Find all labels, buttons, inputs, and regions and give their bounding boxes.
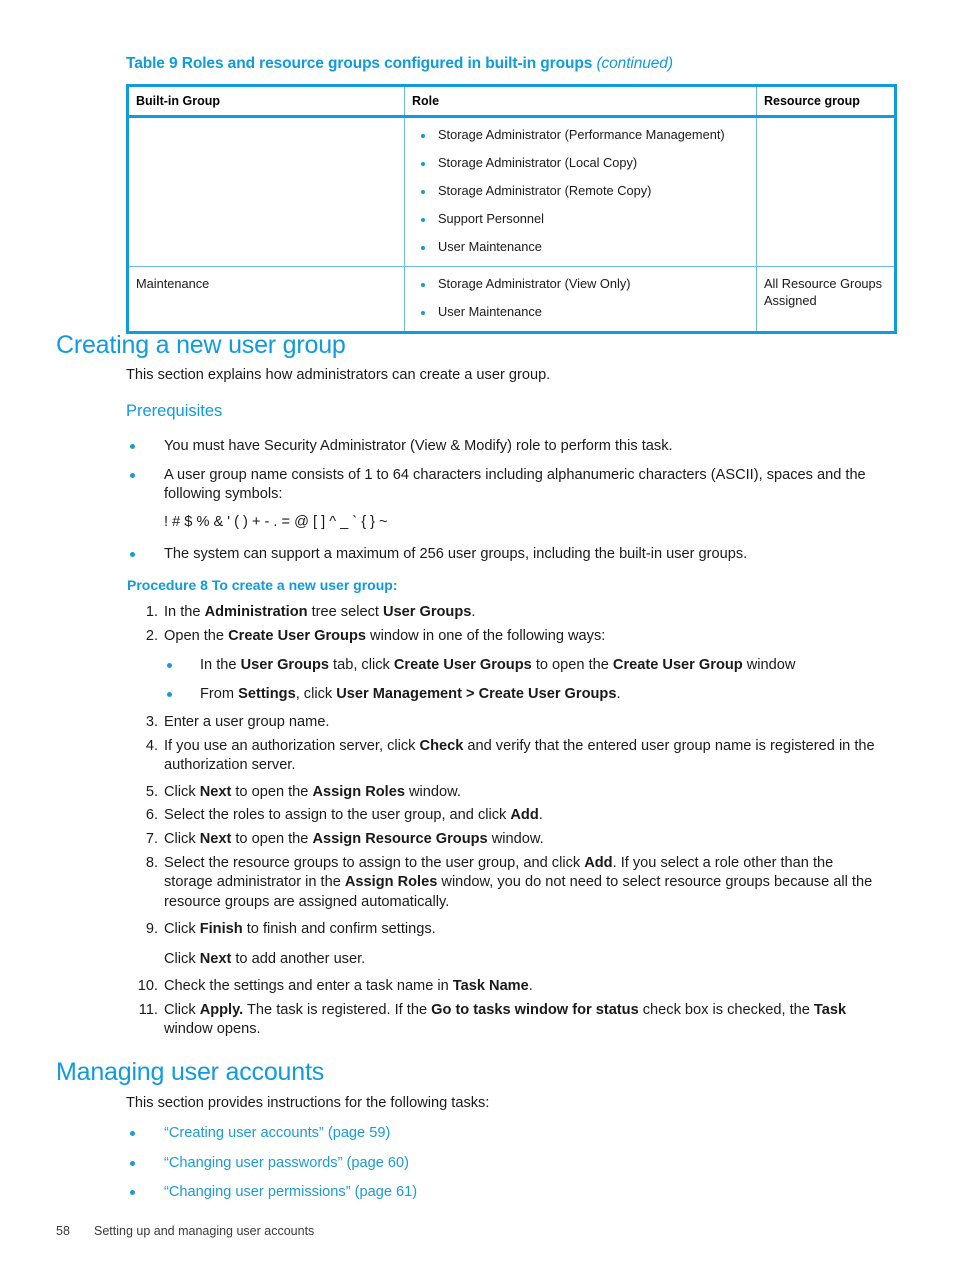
procedure-step: 7. Click Next to open the Assign Resourc… bbox=[128, 830, 878, 849]
bullet-icon bbox=[130, 1161, 135, 1166]
cell-roles: Storage Administrator (View Only) User M… bbox=[404, 265, 757, 334]
step-number: 6. bbox=[145, 807, 158, 823]
link-changing-user-passwords[interactable]: “Changing user passwords” (page 60) bbox=[164, 1154, 870, 1173]
bullet-icon bbox=[167, 663, 172, 668]
prerequisite-text: You must have Security Administrator (Vi… bbox=[164, 438, 673, 454]
step-continuation-text: Click Next to add another user. bbox=[164, 951, 366, 968]
bullet-icon bbox=[130, 552, 135, 557]
prerequisite-item: A user group name consists of 1 to 64 ch… bbox=[130, 466, 875, 505]
step-number: 5. bbox=[145, 784, 158, 800]
step-number: 2. bbox=[145, 628, 158, 644]
table-body: Storage Administrator (Performance Manag… bbox=[126, 116, 897, 334]
table-header-row: Built-in Group Role Resource group bbox=[126, 84, 897, 118]
role-item: Support Personnel bbox=[412, 211, 749, 227]
role-item: User Maintenance bbox=[412, 239, 749, 255]
allowed-symbols-line: ! # $ % & ' ( ) + - . = @ [ ] ^ _ ` { } … bbox=[164, 514, 388, 530]
column-header-role: Role bbox=[404, 84, 757, 118]
step-text: Click Finish to finish and confirm setti… bbox=[164, 921, 436, 937]
cell-built-in-group: Maintenance bbox=[126, 265, 405, 334]
column-header-resource-group: Resource group bbox=[756, 84, 897, 118]
role-item: Storage Administrator (Remote Copy) bbox=[412, 183, 749, 199]
managing-intro-paragraph: This section provides instructions for t… bbox=[126, 1095, 490, 1111]
step-text: Click Next to open the Assign Resource G… bbox=[164, 831, 544, 847]
procedure-step: 5. Click Next to open the Assign Roles w… bbox=[128, 783, 878, 802]
bullet-icon bbox=[130, 1190, 135, 1195]
step-number: 9. bbox=[145, 921, 158, 937]
step-number: 4. bbox=[145, 738, 158, 754]
prerequisite-text: The system can support a maximum of 256 … bbox=[164, 546, 748, 562]
procedure-substep: From Settings, click User Management > C… bbox=[167, 685, 882, 704]
procedure-step: 8. Select the resource groups to assign … bbox=[128, 854, 878, 912]
substep-text: From Settings, click User Management > C… bbox=[200, 686, 621, 702]
bullet-icon bbox=[130, 473, 135, 478]
bullet-icon bbox=[130, 444, 135, 449]
table-caption-continued: (continued) bbox=[596, 55, 673, 72]
procedure-step: 1. In the Administration tree select Use… bbox=[128, 603, 878, 622]
step-text: Click Next to open the Assign Roles wind… bbox=[164, 784, 461, 800]
page-footer: 58 Setting up and managing user accounts bbox=[56, 1224, 314, 1238]
procedure-step: 11. Click Apply. The task is registered.… bbox=[128, 1001, 876, 1040]
procedure-substep: In the User Groups tab, click Create Use… bbox=[167, 656, 882, 675]
footer-page-number: 58 bbox=[56, 1224, 70, 1238]
table-row: Storage Administrator (Performance Manag… bbox=[126, 116, 897, 267]
step-text: Enter a user group name. bbox=[164, 714, 330, 730]
step-text: Open the Create User Groups window in on… bbox=[164, 628, 606, 644]
step-text: Select the resource groups to assign to … bbox=[164, 855, 873, 910]
cross-reference-item[interactable]: “Creating user accounts” (page 59) bbox=[130, 1124, 870, 1143]
step-text: Click Apply. The task is registered. If … bbox=[164, 1002, 847, 1038]
step-text: In the Administration tree select User G… bbox=[164, 604, 476, 620]
role-item: User Maintenance bbox=[412, 304, 749, 320]
procedure-step: 3. Enter a user group name. bbox=[128, 713, 878, 732]
step-number: 8. bbox=[145, 855, 158, 871]
page-title-creating-a-new-user-group: Creating a new user group bbox=[56, 331, 346, 359]
table-row: Maintenance Storage Administrator (View … bbox=[126, 265, 897, 334]
procedure-heading: Procedure 8 To create a new user group: bbox=[127, 577, 398, 593]
prerequisite-text: A user group name consists of 1 to 64 ch… bbox=[164, 467, 866, 503]
cell-resource-group: All Resource Groups Assigned bbox=[756, 265, 897, 334]
step-number: 10. bbox=[137, 978, 158, 994]
link-changing-user-permissions[interactable]: “Changing user permissions” (page 61) bbox=[164, 1183, 870, 1202]
step-number: 1. bbox=[145, 604, 158, 620]
cell-roles: Storage Administrator (Performance Manag… bbox=[404, 116, 757, 267]
cross-reference-item[interactable]: “Changing user permissions” (page 61) bbox=[130, 1183, 870, 1202]
table-caption-main: Table 9 Roles and resource groups config… bbox=[126, 55, 593, 72]
creating-intro-paragraph: This section explains how administrators… bbox=[126, 367, 551, 383]
page-title-managing-user-accounts: Managing user accounts bbox=[56, 1058, 324, 1086]
roles-list: Storage Administrator (View Only) User M… bbox=[412, 276, 749, 320]
step-text: If you use an authorization server, clic… bbox=[164, 738, 875, 774]
table-head: Built-in Group Role Resource group bbox=[126, 84, 897, 118]
procedure-step: 10. Check the settings and enter a task … bbox=[128, 977, 878, 996]
cell-built-in-group bbox=[126, 116, 405, 267]
resource-group-text: All Resource Groups Assigned bbox=[764, 275, 883, 308]
prerequisite-item: The system can support a maximum of 256 … bbox=[130, 545, 875, 564]
document-page: Table 9 Roles and resource groups config… bbox=[0, 0, 954, 1271]
link-creating-user-accounts[interactable]: “Creating user accounts” (page 59) bbox=[164, 1124, 870, 1143]
step-number: 7. bbox=[145, 831, 158, 847]
roles-list: Storage Administrator (Performance Manag… bbox=[412, 127, 749, 255]
bullet-icon bbox=[167, 692, 172, 697]
procedure-step: 4. If you use an authorization server, c… bbox=[128, 737, 876, 776]
substep-text: In the User Groups tab, click Create Use… bbox=[200, 657, 796, 673]
footer-chapter-title: Setting up and managing user accounts bbox=[94, 1224, 315, 1238]
roles-resource-groups-table: Built-in Group Role Resource group Stora… bbox=[126, 84, 897, 334]
role-item: Storage Administrator (Performance Manag… bbox=[412, 127, 749, 143]
subheading-prerequisites: Prerequisites bbox=[126, 402, 223, 420]
step-text: Select the roles to assign to the user g… bbox=[164, 807, 543, 823]
step-number: 3. bbox=[145, 714, 158, 730]
procedure-step: 6. Select the roles to assign to the use… bbox=[128, 806, 878, 825]
step-text: Check the settings and enter a task name… bbox=[164, 978, 533, 994]
cross-reference-item[interactable]: “Changing user passwords” (page 60) bbox=[130, 1154, 870, 1173]
role-item: Storage Administrator (View Only) bbox=[412, 276, 749, 292]
prerequisite-item: You must have Security Administrator (Vi… bbox=[130, 437, 875, 456]
step-number: 11. bbox=[138, 1002, 158, 1018]
cell-resource-group bbox=[756, 116, 897, 267]
column-header-built-in-group: Built-in Group bbox=[126, 84, 405, 118]
procedure-step: 2. Open the Create User Groups window in… bbox=[128, 627, 878, 646]
procedure-step: 9. Click Finish to finish and confirm se… bbox=[128, 920, 878, 970]
bullet-icon bbox=[130, 1131, 135, 1136]
table-caption: Table 9 Roles and resource groups config… bbox=[126, 55, 673, 73]
role-item: Storage Administrator (Local Copy) bbox=[412, 155, 749, 171]
